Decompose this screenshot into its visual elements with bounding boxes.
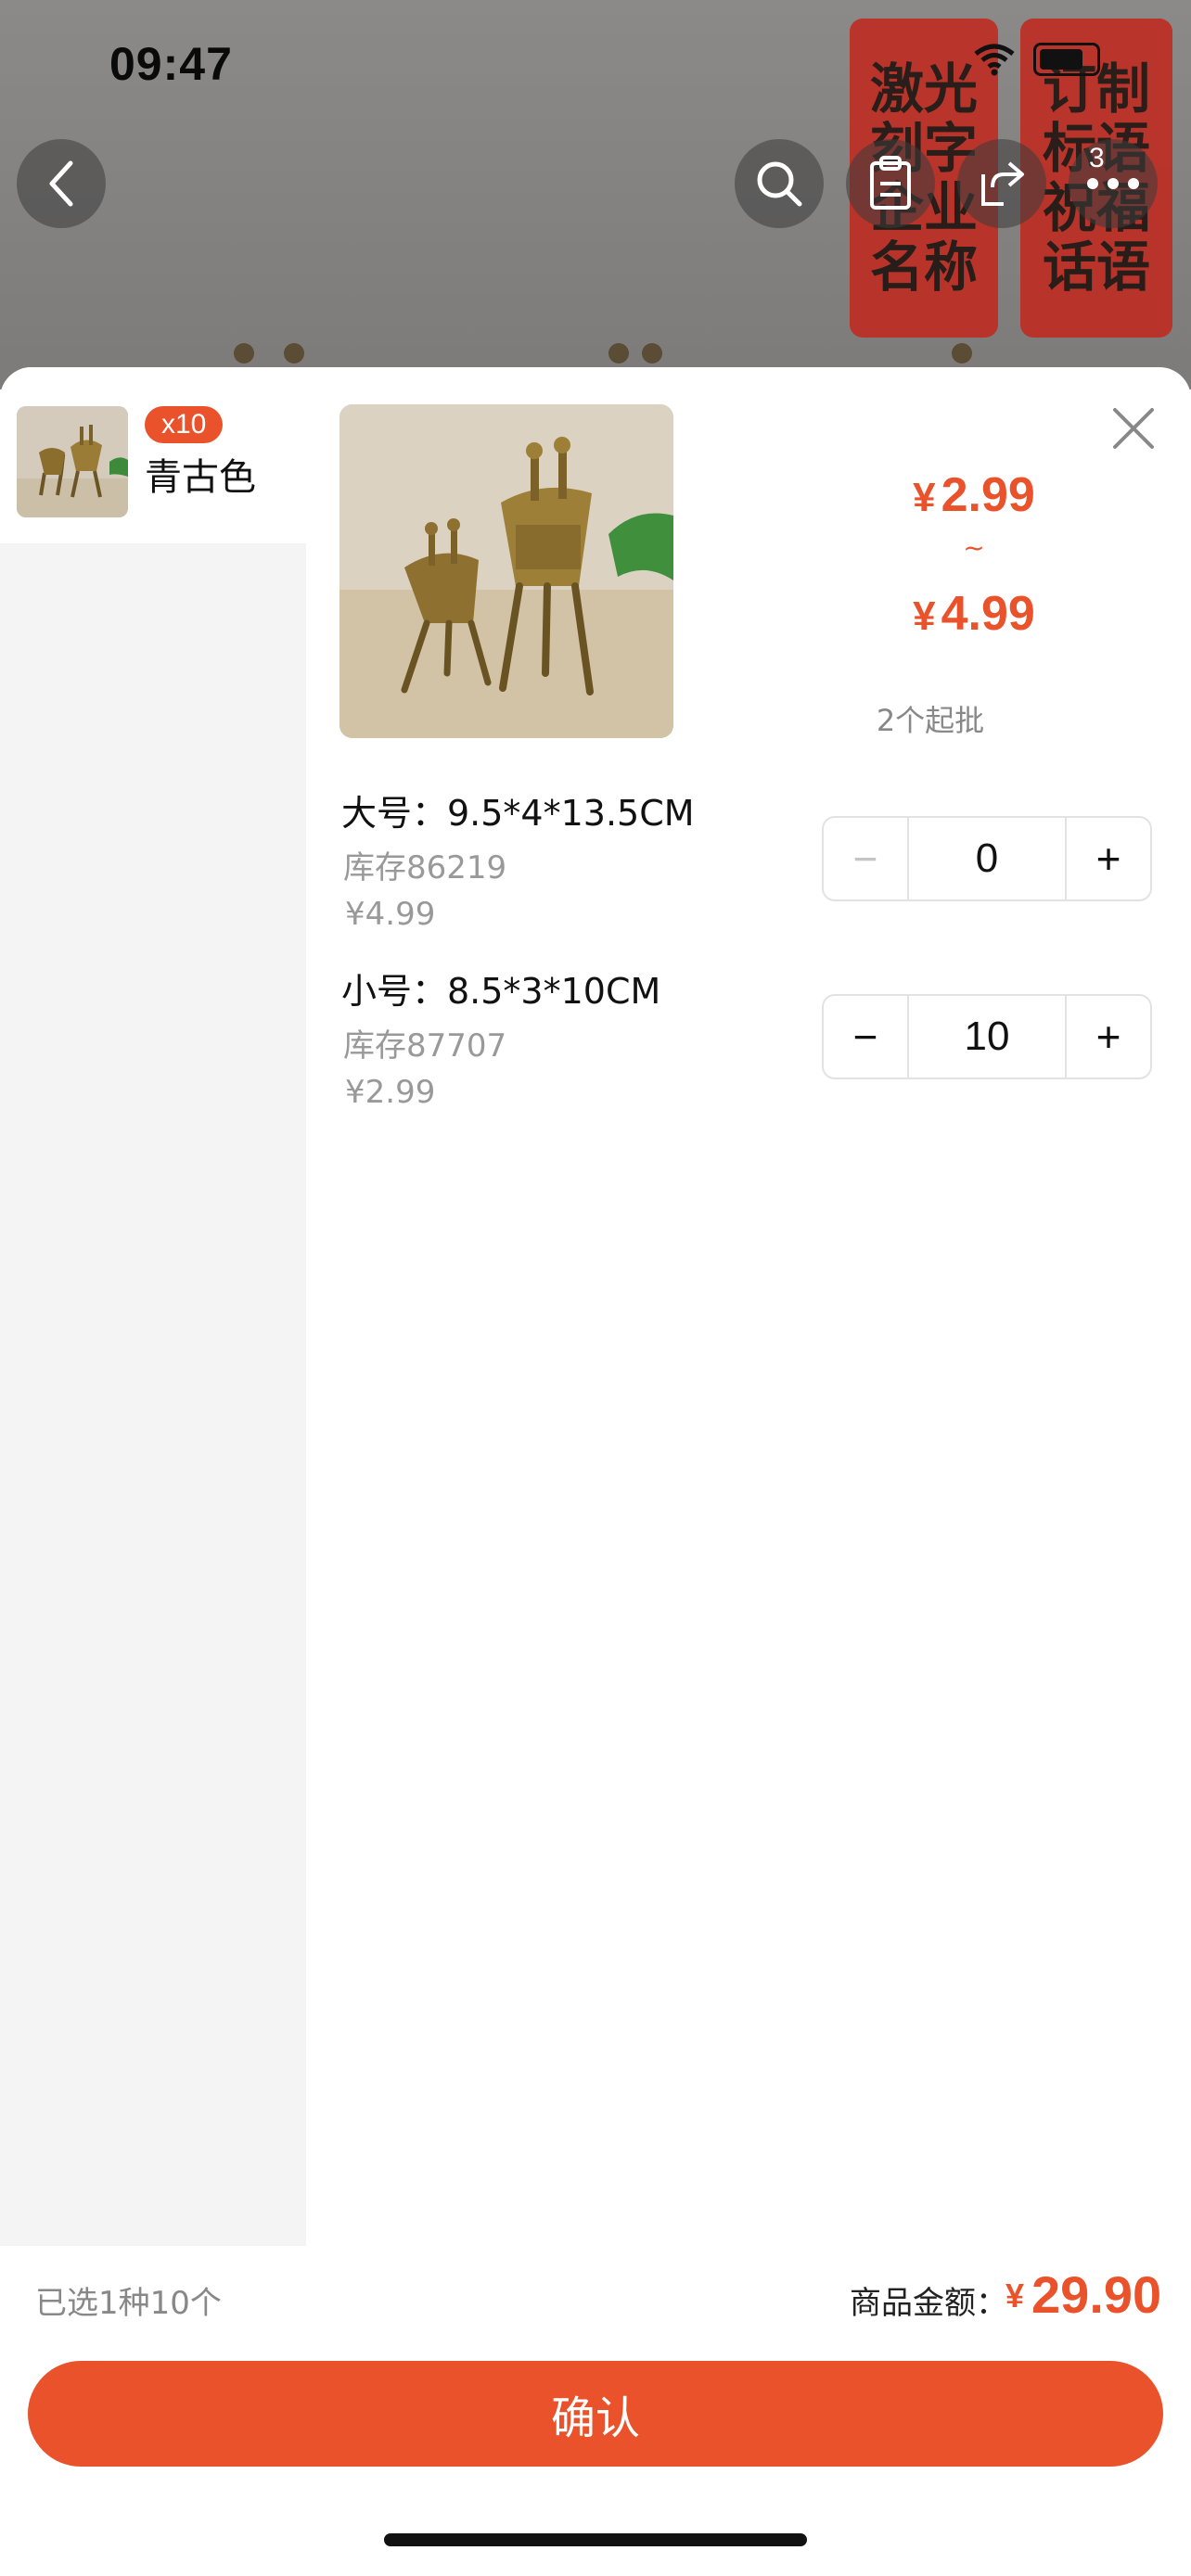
decrement-button[interactable]: − [824, 818, 907, 899]
increment-button[interactable]: + [1067, 996, 1150, 1078]
sidebar-item-label: 青古色 [145, 456, 256, 499]
cart-count-badge: 3 [1089, 143, 1105, 173]
more-icon [1087, 178, 1139, 189]
currency-symbol: ¥ [1005, 2276, 1025, 2315]
price-min-value: 2.99 [941, 468, 1035, 522]
status-time: 09:47 [109, 38, 233, 90]
wifi-icon [974, 44, 1015, 76]
sku-price: ¥2.99 [345, 1074, 436, 1111]
price-max-value: 4.99 [941, 587, 1035, 641]
selection-summary: 已选1种10个 [35, 2285, 222, 2322]
sku-stock: 库存87707 [343, 1027, 507, 1065]
currency-symbol: ¥ [913, 593, 936, 639]
decrement-button[interactable]: − [824, 996, 907, 1078]
quantity-input[interactable]: 10 [907, 996, 1067, 1078]
more-button[interactable] [1069, 139, 1158, 228]
quantity-stepper: − 10 + [822, 994, 1152, 1079]
background-decor [284, 343, 304, 363]
search-icon [757, 161, 802, 207]
price-max: ¥4.99 [835, 586, 1113, 642]
selected-quantity-badge: x10 [145, 406, 224, 443]
status-icons [972, 43, 1100, 76]
background-page: 激光刻字企业名称 订制标语祝福话语 09:47 [0, 0, 1191, 389]
price-min: ¥2.99 [835, 467, 1113, 523]
sku-name: 大号：9.5*4*13.5CM [341, 793, 695, 834]
product-image [17, 406, 128, 517]
sku-price: ¥4.99 [345, 896, 436, 933]
confirm-button[interactable]: 确认 [28, 2361, 1163, 2467]
currency-symbol: ¥ [913, 475, 936, 520]
background-decor [234, 343, 254, 363]
total-amount-value: 29.90 [1031, 2265, 1162, 2324]
background-decor [608, 343, 629, 363]
share-button[interactable] [957, 139, 1046, 228]
product-main-image[interactable] [339, 404, 673, 738]
sku-name: 小号：8.5*3*10CM [341, 971, 661, 1012]
clipboard-button[interactable] [846, 139, 935, 228]
total-amount: ¥29.90 [1005, 2264, 1161, 2325]
color-thumbnail [17, 406, 128, 517]
home-indicator [384, 2533, 807, 2546]
back-icon [49, 160, 73, 207]
close-button[interactable] [1106, 401, 1161, 456]
price-range-separator: ~ [963, 532, 985, 563]
quantity-stepper: − 0 + [822, 816, 1152, 901]
increment-button[interactable]: + [1067, 818, 1150, 899]
sku-selector-sheet: x10 青古色 ¥2.99 ~ ¥4.99 2个起批 大号：9.5*4*13.5… [0, 367, 1191, 2576]
sidebar-item-color[interactable]: x10 青古色 [0, 367, 306, 543]
minimum-order-quantity: 2个起批 [876, 703, 985, 738]
clipboard-icon [870, 156, 911, 210]
quantity-input[interactable]: 0 [907, 818, 1067, 899]
amount-label: 商品金额： [850, 2285, 1007, 2322]
search-button[interactable] [735, 139, 824, 228]
product-image [339, 404, 673, 738]
back-button[interactable] [17, 139, 106, 228]
background-decor [952, 343, 972, 363]
share-icon [981, 161, 1024, 206]
background-decor [642, 343, 662, 363]
color-sidebar: x10 青古色 [0, 367, 306, 2246]
sku-stock: 库存86219 [343, 849, 507, 886]
battery-icon [1033, 43, 1100, 76]
close-icon [1113, 408, 1154, 449]
